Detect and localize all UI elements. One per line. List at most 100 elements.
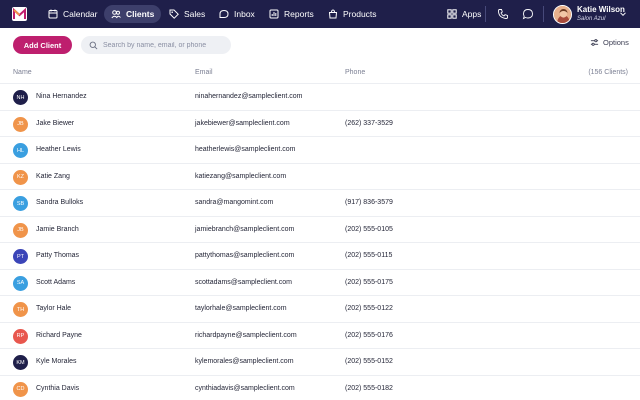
table-row[interactable]: JB Jake Biewer jakebiewer@sampleclient.com… [0, 109, 640, 137]
client-name: Jamie Branch [36, 225, 79, 233]
client-name: Katie Zang [36, 172, 70, 180]
chat-button[interactable] [521, 7, 535, 21]
table-row[interactable]: SB Sandra Bulloks sandra@mangomint.com (917… [0, 189, 640, 216]
client-phone: (262) 337-3529 [345, 119, 393, 127]
table-row[interactable]: NH Nina Hernandez ninahernandez@sampleclie… [0, 83, 640, 110]
avatar [553, 4, 572, 24]
client-name: Taylor Hale [36, 305, 72, 312]
client-phone: (202) 555-0175 [345, 278, 393, 286]
table-header: Name Email Phone (156 Clients) [0, 64, 640, 83]
table-row[interactable]: PT Patty Thomas pattythomas@sampleclient.c… [0, 242, 640, 269]
client-count: (156 Clients) [588, 69, 628, 76]
inbox-icon [219, 9, 229, 18]
nav-sales-label: Sales [184, 9, 206, 19]
client-phone: (202) 555-0182 [345, 384, 393, 392]
client-avatar: SB [13, 196, 28, 211]
user-name: Katie Wilson [577, 5, 625, 14]
client-avatar: SA [13, 275, 28, 291]
client-phone: (202) 555-0122 [345, 305, 393, 312]
column-header-phone[interactable]: Phone [345, 69, 365, 76]
search-input[interactable] [103, 41, 228, 49]
bag-icon [328, 9, 338, 19]
client-phone: (202) 555-0115 [345, 252, 393, 259]
table-row[interactable]: SA Scott Adams scottadams@sampleclient.com… [0, 268, 640, 296]
phone-button[interactable] [496, 7, 510, 21]
sliders-icon [590, 39, 599, 46]
client-avatar: PT [13, 249, 28, 264]
client-email: jamiebranch@sampleclient.com [195, 225, 295, 233]
client-email: kylemorales@sampleclient.com [195, 358, 294, 365]
client-phone: (917) 836-3579 [345, 199, 393, 206]
nav-products[interactable]: Products [321, 5, 384, 23]
client-list: NH Nina Hernandez ninahernandez@sampleclie… [0, 83, 640, 400]
client-email: heatherlewis@sampleclient.com [195, 146, 296, 153]
search-icon [89, 41, 98, 49]
nav-divider [485, 6, 486, 22]
client-avatar: JB [13, 222, 28, 238]
client-avatar: JB [13, 116, 28, 132]
table-row[interactable]: CD Cynthia Davis cynthiadavis@sampleclient… [0, 374, 640, 400]
tag-icon [169, 9, 179, 19]
client-avatar: KZ [13, 169, 28, 185]
calendar-icon [48, 9, 58, 19]
table-row[interactable]: HL Heather Lewis heatherlewis@sampleclient… [0, 136, 640, 163]
client-email: katiezang@sampleclient.com [195, 172, 287, 180]
user-photo-icon [554, 5, 571, 23]
client-email: jakebiewer@sampleclient.com [195, 119, 290, 127]
client-email: taylorhale@sampleclient.com [195, 305, 287, 312]
nav-inbox-label: Inbox [234, 9, 255, 19]
user-menu[interactable]: Katie Wilson Salon Azul [553, 4, 625, 24]
client-email: pattythomas@sampleclient.com [195, 252, 295, 259]
client-email: ninahernandez@sampleclient.com [195, 93, 303, 100]
nav-divider [543, 6, 544, 22]
client-name: Kyle Morales [36, 358, 77, 365]
table-row[interactable]: RP Richard Payne richardpayne@sampleclient… [0, 321, 640, 349]
nav-reports[interactable]: Reports [262, 5, 321, 23]
client-name: Sandra Bulloks [36, 199, 84, 206]
nav-clients[interactable]: Clients [104, 5, 162, 23]
client-name: Nina Hernandez [36, 93, 87, 100]
phone-icon [498, 9, 508, 19]
client-name: Cynthia Davis [36, 384, 80, 392]
chat-bubble-icon [522, 9, 533, 20]
nav-apps-label: Apps [462, 9, 482, 19]
mangomint-logo-icon[interactable] [12, 7, 27, 21]
client-phone: (202) 555-0152 [345, 358, 393, 365]
client-email: scottadams@sampleclient.com [195, 278, 292, 286]
options-button[interactable]: Options [590, 38, 629, 47]
table-row[interactable]: JB Jamie Branch jamiebranch@sampleclient.c… [0, 215, 640, 243]
client-name: Scott Adams [36, 278, 76, 286]
users-icon [111, 10, 121, 19]
client-avatar: CD [13, 381, 28, 397]
top-nav: Calendar Clients Sales Inbox Reports Pro… [0, 0, 640, 28]
client-avatar: NH [13, 90, 28, 105]
nav-clients-label: Clients [126, 9, 155, 19]
nav-inbox[interactable]: Inbox [212, 5, 262, 23]
column-header-email[interactable]: Email [195, 69, 213, 76]
client-email: richardpayne@sampleclient.com [195, 331, 297, 339]
client-email: cynthiadavis@sampleclient.com [195, 384, 295, 392]
user-location: Salon Azul [577, 16, 606, 22]
table-row[interactable]: KZ Katie Zang katiezang@sampleclient.com [0, 162, 640, 190]
client-name: Richard Payne [36, 331, 82, 339]
column-header-name[interactable]: Name [13, 69, 32, 76]
nav-apps[interactable]: Apps [440, 5, 488, 23]
chevron-down-icon[interactable] [619, 10, 627, 18]
options-label: Options [603, 38, 629, 47]
bar-chart-icon [269, 9, 279, 19]
add-client-button[interactable]: Add Client [13, 36, 72, 54]
client-phone: (202) 555-0105 [345, 225, 393, 233]
nav-products-label: Products [343, 9, 377, 19]
table-row[interactable]: TH Taylor Hale taylorhale@sampleclient.com… [0, 295, 640, 322]
nav-calendar-label: Calendar [63, 9, 98, 19]
client-avatar: HL [13, 143, 28, 158]
client-avatar: KM [13, 355, 28, 370]
client-email: sandra@mangomint.com [195, 199, 274, 206]
client-name: Jake Biewer [36, 119, 75, 127]
nav-reports-label: Reports [284, 9, 314, 19]
search-box[interactable] [81, 36, 231, 54]
client-name: Patty Thomas [36, 252, 80, 259]
nav-sales[interactable]: Sales [162, 5, 212, 23]
nav-calendar[interactable]: Calendar [41, 5, 105, 23]
table-row[interactable]: KM Kyle Morales kylemorales@sampleclient.c… [0, 348, 640, 375]
